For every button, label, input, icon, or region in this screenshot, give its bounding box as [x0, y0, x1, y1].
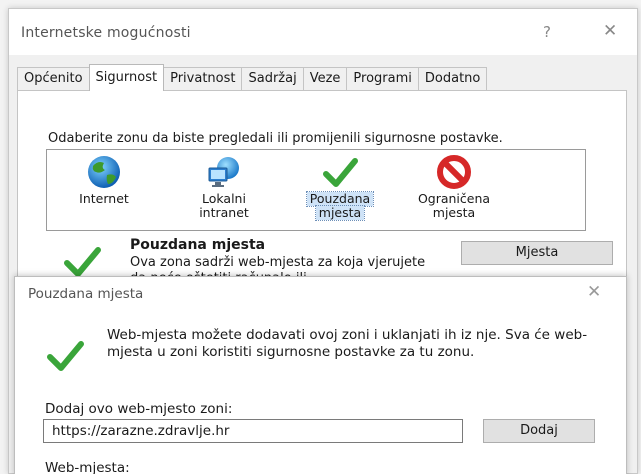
- zone-label-internet: Internet: [79, 191, 129, 206]
- title-bar: Internetske mogućnosti ? ✕: [9, 9, 637, 55]
- close-icon[interactable]: ✕: [603, 21, 617, 41]
- website-url-input[interactable]: [43, 419, 463, 443]
- zone-label-trusted-line1: Pouzdana: [305, 191, 375, 207]
- globe-icon: [88, 156, 120, 188]
- add-button[interactable]: Dodaj: [483, 419, 595, 443]
- tab-security[interactable]: Sigurnost: [88, 64, 165, 91]
- tab-general[interactable]: Općenito: [17, 67, 90, 91]
- selected-zone-checkmark-icon: [64, 247, 101, 277]
- green-checkmark-icon: [323, 158, 358, 187]
- zone-label-trusted-line2: mjesta: [314, 205, 366, 221]
- trusted-sites-body: Web-mjesta možete dodavati ovoj zoni i u…: [15, 309, 626, 474]
- zone-local-intranet[interactable]: Lokalni intranet: [177, 154, 271, 228]
- tab-strip: Općenito Sigurnost Privatnost Sadržaj Ve…: [17, 64, 488, 91]
- zone-trusted-sites[interactable]: Pouzdana mjesta: [293, 154, 387, 228]
- trusted-sites-title-bar: Pouzdana mjesta ✕: [15, 277, 626, 309]
- trusted-sites-title: Pouzdana mjesta: [28, 286, 144, 302]
- security-tab-panel: Odaberite zonu da biste pregledali ili p…: [17, 90, 627, 281]
- help-icon[interactable]: ?: [543, 23, 551, 41]
- zone-list: Internet Lokalni intranet Pouzdana mjest…: [46, 149, 586, 231]
- dialog-title: Internetske mogućnosti: [21, 25, 191, 41]
- close-icon[interactable]: ✕: [587, 282, 601, 302]
- zone-instruction: Odaberite zonu da biste pregledali ili p…: [48, 131, 503, 146]
- zone-label-local-line2: intranet: [199, 205, 249, 220]
- zone-label-restricted-line1: Ograničena: [417, 191, 491, 206]
- tab-privacy[interactable]: Privatnost: [163, 67, 243, 91]
- trusted-sites-info-text: Web-mjesta možete dodavati ovoj zoni i u…: [107, 327, 588, 360]
- selected-zone-name: Pouzdana mjesta: [130, 237, 266, 253]
- tab-programs[interactable]: Programi: [346, 67, 419, 91]
- websites-list-label: Web-mjesta:: [45, 460, 130, 474]
- network-computers-icon: [208, 157, 239, 187]
- tab-connections[interactable]: Veze: [302, 67, 348, 91]
- zone-label-restricted-line2: mjesta: [432, 205, 476, 220]
- tab-content[interactable]: Sadržaj: [241, 67, 304, 91]
- green-checkmark-icon: [47, 341, 84, 371]
- zone-restricted-sites[interactable]: Ograničena mjesta: [407, 154, 501, 228]
- add-site-label: Dodaj ovo web-mjesto zoni:: [45, 401, 233, 417]
- sites-button[interactable]: Mjesta: [461, 241, 613, 265]
- trusted-sites-dialog: Pouzdana mjesta ✕ Web-mjesta možete doda…: [14, 276, 627, 474]
- tab-advanced[interactable]: Dodatno: [417, 67, 488, 91]
- zone-internet[interactable]: Internet: [57, 154, 151, 228]
- prohibited-icon: [437, 155, 471, 189]
- zone-label-local-line1: Lokalni: [202, 191, 246, 206]
